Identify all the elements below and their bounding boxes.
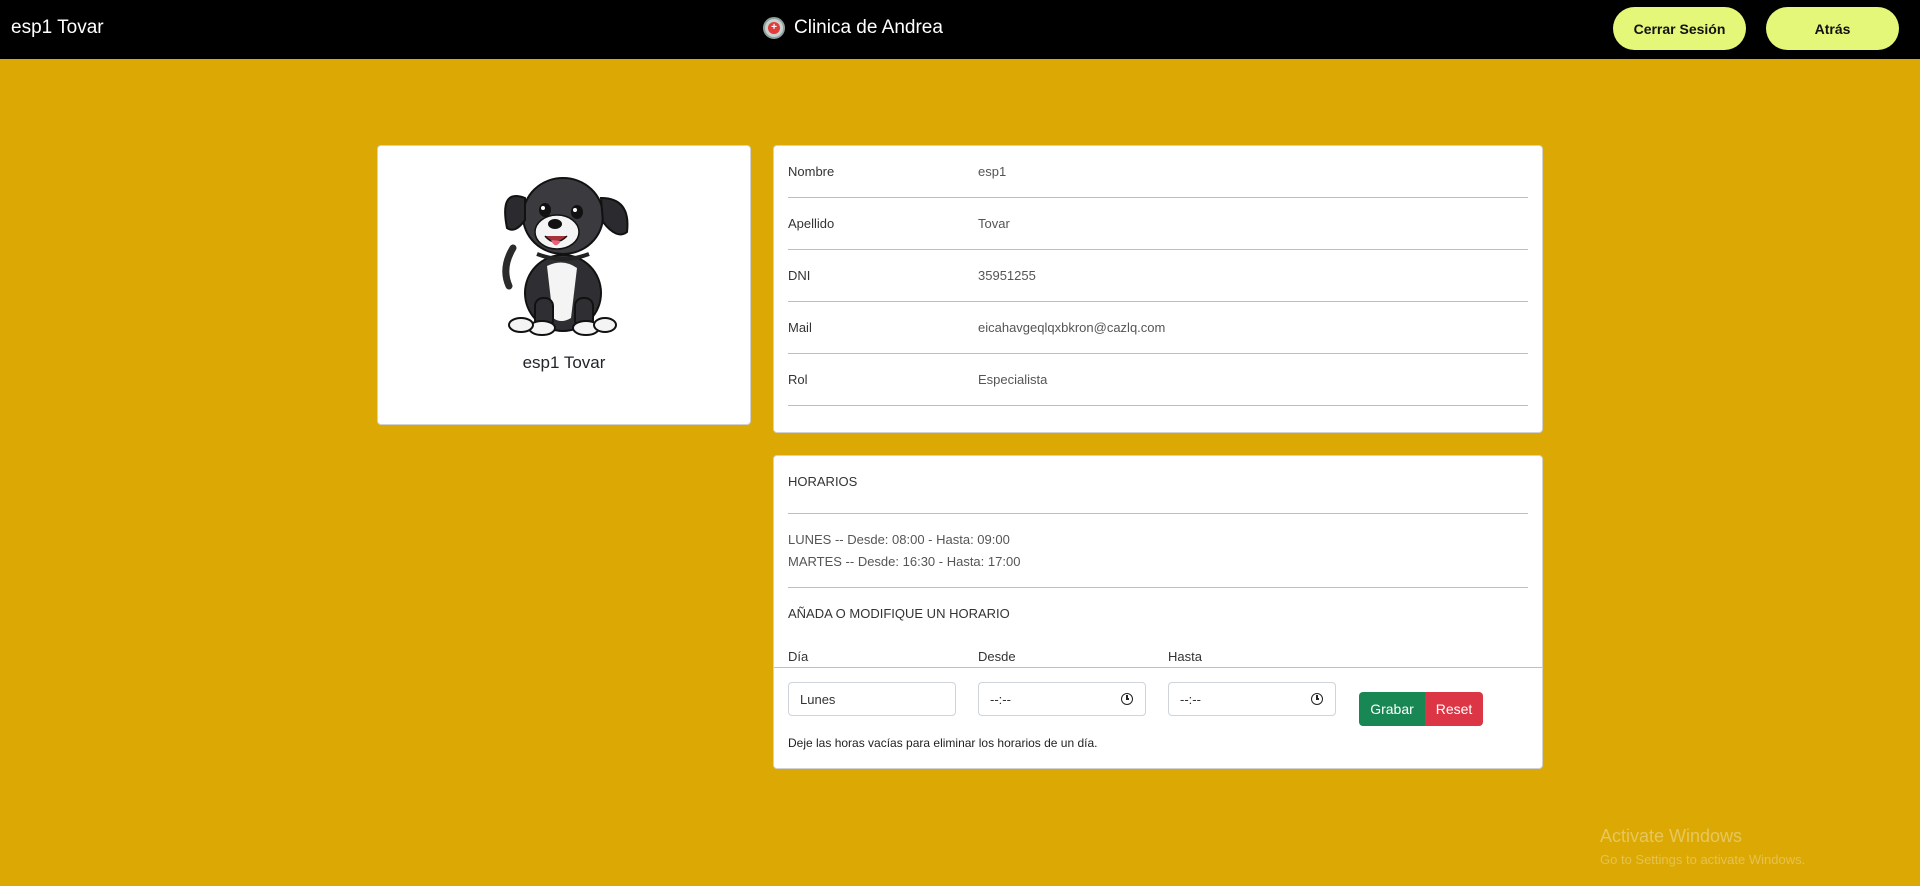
top-navbar: esp1 Tovar + Clinica de Andrea Cerrar Se… [0, 0, 1920, 59]
to-time-value: --:-- [1180, 691, 1201, 707]
schedule-entry: LUNES -- Desde: 08:00 - Hasta: 09:00 [788, 532, 1010, 547]
info-label: Nombre [788, 164, 835, 179]
day-select[interactable]: Lunes [788, 682, 956, 716]
info-value: eicahavgeqlqxbkron@cazlq.com [978, 320, 1166, 335]
info-value: esp1 [978, 164, 1007, 179]
from-label: Desde [978, 649, 1016, 664]
info-value: Especialista [978, 372, 1048, 387]
info-label: DNI [788, 268, 811, 283]
from-time-value: --:-- [990, 691, 1011, 707]
divider [774, 667, 1542, 668]
info-label: Rol [788, 372, 808, 387]
day-label: Día [788, 649, 809, 664]
nav-user-name: esp1 Tovar [11, 17, 104, 38]
schedule-form-title: AÑADA O MODIFIQUE UN HORARIO [788, 606, 1010, 621]
day-select-value: Lunes [800, 691, 836, 707]
info-row-nombre: Nombre esp1 [788, 146, 1528, 198]
info-row-dni: DNI 35951255 [788, 250, 1528, 302]
info-row-rol: Rol Especialista [788, 354, 1528, 406]
divider [788, 513, 1528, 514]
brand: + Clinica de Andrea [763, 17, 943, 39]
to-label: Hasta [1168, 649, 1202, 664]
profile-name: esp1 Tovar [522, 353, 606, 372]
info-label: Apellido [788, 216, 835, 231]
logout-button[interactable]: Cerrar Sesión [1613, 7, 1746, 50]
activation-watermark-subtitle: Go to Settings to activate Windows. [1600, 852, 1806, 867]
schedule-title: HORARIOS [788, 474, 858, 489]
info-value: 35951255 [978, 268, 1036, 283]
schedule-entry: MARTES -- Desde: 16:30 - Hasta: 17:00 [788, 554, 1021, 569]
hint-text: Deje las horas vacías para eliminar los … [788, 736, 1098, 750]
clock-icon[interactable] [1121, 693, 1133, 705]
info-label: Mail [788, 320, 812, 335]
from-time-input[interactable]: --:-- [978, 682, 1146, 716]
info-value: Tovar [978, 216, 1010, 231]
activation-watermark-title: Activate Windows [1600, 826, 1743, 846]
back-button[interactable]: Atrás [1766, 7, 1899, 50]
profile-card: esp1 Tovar [377, 145, 751, 425]
medical-cross-icon: + [763, 17, 785, 39]
divider [788, 587, 1528, 588]
save-button[interactable]: Grabar [1359, 692, 1425, 726]
to-time-input[interactable]: --:-- [1168, 682, 1336, 716]
info-row-apellido: Apellido Tovar [788, 198, 1528, 250]
info-row-mail: Mail eicahavgeqlqxbkron@cazlq.com [788, 302, 1528, 354]
user-info-card: Nombre esp1 Apellido Tovar DNI 35951255 … [773, 145, 1543, 433]
dog-avatar-icon [502, 177, 629, 336]
schedule-card: HORARIOS LUNES -- Desde: 08:00 - Hasta: … [773, 455, 1543, 769]
reset-button[interactable]: Reset [1425, 692, 1483, 726]
clock-icon[interactable] [1311, 693, 1323, 705]
brand-title: Clinica de Andrea [794, 17, 943, 38]
